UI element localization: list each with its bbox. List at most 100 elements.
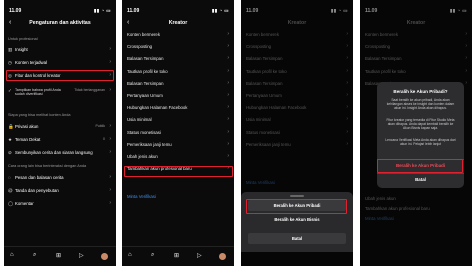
menu-label: Status monetisasi (127, 129, 161, 135)
request-verification-link[interactable]: Minta Verifikasi (127, 192, 231, 201)
chevron-right-icon: › (109, 200, 111, 206)
dialog-title: Beralih ke Akun Pribadi? (393, 89, 448, 94)
search-icon[interactable]: ⌕ (151, 252, 154, 259)
menu-label: Tautkan profil ke toko (127, 68, 168, 74)
status-bar: 11.09 ▮▮ ◔ ▭ (127, 8, 229, 16)
creator-menu-item[interactable]: Pemeriksaan janji temu › (127, 140, 231, 149)
menu-label: Balasan Tersimpan (127, 56, 164, 62)
creator-menu-item[interactable]: Konten bermerek › (127, 30, 231, 39)
chevron-right-icon: › (109, 123, 111, 129)
creator-menu-item[interactable]: Usia minimal › (127, 115, 231, 124)
highlight-box (6, 70, 114, 81)
chevron-right-icon: › (109, 174, 111, 180)
phone-settings-activity: 11.09 ▮▮ ◔ ▭ ‹ Pengaturan dan aktivitas … (4, 0, 116, 266)
creator-menu-item[interactable]: Balasan Tersimpan › (127, 54, 231, 63)
menu-scheduled-content[interactable]: ◷ Konten terjadwal › (8, 58, 113, 67)
menu-value: Tidak berlangganan (74, 88, 105, 92)
highlight-box (246, 199, 347, 214)
cancel-button[interactable]: Batal (377, 177, 464, 182)
menu-label: Ubah jenis akun (127, 154, 158, 159)
creator-menu-item[interactable]: Balasan Tersimpan › (127, 79, 231, 88)
section-who-can-see: Siapa yang bisa melihat konten Anda (8, 113, 71, 117)
create-icon[interactable]: ⊞ (174, 252, 179, 259)
header: ‹ Pengaturan dan aktivitas (4, 19, 116, 30)
menu-label: Teman Dekat (15, 137, 41, 142)
reels-icon[interactable]: ▷ (197, 252, 202, 259)
menu-close-friends[interactable]: ★ Teman Dekat 0 › (8, 135, 113, 144)
switch-business-button[interactable]: Beralih ke Akun Bisnis (248, 214, 346, 225)
chevron-right-icon: › (109, 87, 111, 93)
status-icons: ▮▮ ◔ ▭ (93, 8, 111, 13)
dialog-paragraph: Saat beralih ke akun pribadi, Anda akan … (386, 98, 455, 111)
menu-label: Komentar (15, 201, 34, 206)
chevron-right-icon: › (109, 59, 111, 65)
chevron-right-icon: › (109, 149, 111, 155)
create-icon[interactable]: ⊞ (56, 252, 61, 259)
status-bar: 11.09 ▮▮ ◔ ▭ (9, 8, 111, 16)
menu-label: Konten terjadwal (15, 60, 48, 65)
creator-menu-item[interactable]: Pertanyaan Umum › (127, 91, 231, 100)
dialog-paragraph: Lencana Verifikasi Meta Anda akan dihapu… (385, 138, 456, 147)
phone-switch-sheet: 11.09 ▮▮ ◔ ▭ Kreator Konten bermerek › Cro… (241, 0, 353, 266)
chevron-right-icon: › (109, 187, 111, 193)
chevron-right-icon: › (227, 79, 229, 86)
highlight-box (377, 159, 463, 173)
lock-icon: 🔒 (8, 124, 14, 129)
status-time: 11.09 (127, 8, 140, 14)
home-icon[interactable]: ⌂ (10, 252, 14, 258)
chevron-right-icon: › (227, 153, 229, 159)
phone-creator: 11.09 ▮▮ ◔ ▭ ‹ Kreator Konten bermerek › C… (122, 0, 234, 266)
menu-label: Insight (15, 47, 28, 52)
highlight-box (124, 166, 233, 177)
chevron-right-icon: › (227, 55, 229, 62)
menu-label: Tanda dan penyebutan (15, 188, 59, 193)
chevron-right-icon: › (227, 104, 229, 111)
chevron-right-icon: › (227, 116, 229, 123)
chevron-right-icon: › (227, 140, 229, 147)
section-interactions: Cara orang lain bisa berinteraksi dengan… (8, 164, 87, 168)
menu-comments[interactable]: ◯ Komentar › (8, 199, 113, 208)
menu-label: Usia minimal (127, 117, 152, 123)
cancel-button[interactable]: Batal (248, 233, 346, 244)
avatar[interactable] (101, 253, 108, 260)
menu-account-privacy[interactable]: 🔒Privasi akun Publik › (8, 122, 113, 131)
menu-value: Publik (95, 124, 105, 128)
creator-menu-item[interactable]: Hubungkan Halaman Facebook › (127, 103, 231, 112)
chevron-right-icon: › (227, 43, 229, 50)
insight-icon: ▥ (8, 47, 13, 52)
menu-value: 0 (103, 137, 105, 141)
home-icon[interactable]: ⌂ (128, 252, 132, 258)
menu-insight[interactable]: ▥ Insight › (8, 45, 113, 54)
search-icon[interactable]: ⌕ (33, 252, 36, 259)
phone-confirm-dialog: 11.09 ▮▮ ◔ ▭ Kreator Konten bermerek › Cro… (360, 0, 472, 266)
chevron-right-icon: › (109, 46, 111, 52)
reels-icon[interactable]: ▷ (79, 252, 84, 259)
header: ‹ Kreator (122, 19, 234, 30)
sheet-handle[interactable] (290, 195, 304, 197)
chevron-right-icon: › (227, 67, 229, 74)
creator-menu-item[interactable]: Crossposting › (127, 42, 231, 51)
creator-menu-item[interactable]: Ubah jenis akun › (127, 152, 231, 161)
menu-label: Konten bermerek (127, 32, 160, 37)
menu-hide-story[interactable]: ⊘ Sembunyikan cerita dan siaran langsung › (8, 148, 113, 157)
creator-menu-item[interactable]: Status monetisasi › (127, 128, 231, 137)
menu-label: Sembunyikan cerita dan siaran langsung (15, 150, 93, 155)
section-professional: Untuk profesional (8, 37, 38, 41)
verified-icon: ✓ (8, 88, 12, 93)
at-icon: @ (8, 188, 13, 193)
back-icon[interactable]: ‹ (9, 19, 11, 26)
menu-messages[interactable]: ◌ Pesan dan balasan cerita › (8, 173, 113, 182)
comment-icon: ◯ (8, 201, 14, 206)
menu-label: Balasan Tersimpan (127, 80, 164, 86)
chevron-right-icon: › (227, 31, 229, 37)
creator-menu-item[interactable]: Tautkan profil ke toko › (127, 67, 231, 76)
clock-icon: ◷ (8, 60, 13, 65)
menu-label: Tampilkan bahwa profil Anda sudah diveri… (15, 88, 61, 97)
back-icon[interactable]: ‹ (127, 19, 129, 26)
avatar[interactable] (219, 253, 226, 260)
chevron-right-icon: › (227, 92, 229, 98)
status-time: 11.09 (9, 8, 22, 14)
menu-label: Crossposting (127, 44, 153, 50)
menu-tags-mentions[interactable]: @ Tanda dan penyebutan › (8, 186, 113, 195)
menu-label: Privasi akun (15, 124, 39, 129)
